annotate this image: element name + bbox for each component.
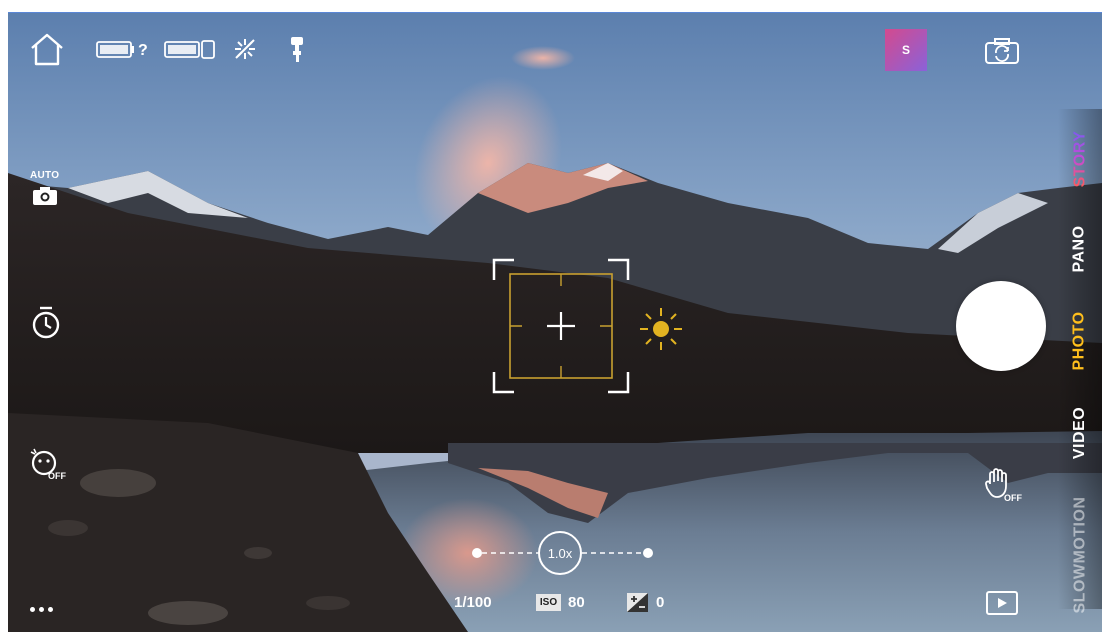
mode-video[interactable]: VIDEO <box>1058 383 1102 483</box>
gimbal-icon[interactable] <box>288 35 308 63</box>
battery-help-icon: ? <box>96 38 154 60</box>
auto-mode-label: AUTO <box>30 170 60 181</box>
gesture-off-icon[interactable]: OFF <box>982 466 1024 502</box>
svg-text:OFF: OFF <box>1004 493 1022 502</box>
flip-camera-icon[interactable] <box>984 37 1020 65</box>
mode-photo[interactable]: PHOTO <box>1058 291 1102 391</box>
face-tracking-off-icon[interactable]: OFF <box>28 445 68 483</box>
iso-label: ISO <box>536 594 561 611</box>
playback-icon[interactable] <box>986 591 1018 615</box>
mode-story[interactable]: STORY <box>1058 109 1102 209</box>
shutter-speed-value[interactable]: 1/100 <box>454 594 492 611</box>
mode-pano-label: PANO <box>1071 225 1089 273</box>
battery-icon <box>164 39 220 61</box>
mode-slowmotion-label: SLOWMOTION <box>1071 496 1089 614</box>
focus-frame[interactable] <box>492 258 630 394</box>
exposure-sun-icon[interactable] <box>637 305 685 353</box>
mode-pano[interactable]: PANO <box>1058 199 1102 299</box>
mode-slowmotion[interactable]: SLOWMOTION <box>1058 497 1102 614</box>
exposure-compensation-icon <box>627 593 648 612</box>
mode-story-label: STORY <box>1071 130 1089 188</box>
svg-text:?: ? <box>138 42 148 59</box>
zoom-level-button[interactable]: 1.0x <box>538 531 582 575</box>
flash-off-icon[interactable] <box>232 37 258 61</box>
shutter-button[interactable] <box>956 281 1046 371</box>
svg-text:OFF: OFF <box>48 471 66 481</box>
more-dots-icon[interactable] <box>30 599 57 617</box>
ev-value[interactable]: 0 <box>656 594 664 611</box>
auto-camera-icon[interactable] <box>32 186 58 206</box>
mode-photo-label: PHOTO <box>1071 311 1089 371</box>
home-icon[interactable] <box>28 31 66 67</box>
timer-icon[interactable] <box>30 305 62 341</box>
mode-video-label: VIDEO <box>1071 406 1089 460</box>
story-avatar-letter: S <box>901 43 910 57</box>
camera-viewfinder[interactable]: ? S AUTO OFF STORY PANO PHOTO VIDEO SLOW… <box>8 12 1102 632</box>
story-avatar[interactable]: S <box>885 29 927 71</box>
mode-selector: STORY PANO PHOTO VIDEO SLOWMOTION <box>1058 109 1102 614</box>
iso-value[interactable]: 80 <box>568 594 585 611</box>
zoom-level-value: 1.0x <box>547 545 573 561</box>
